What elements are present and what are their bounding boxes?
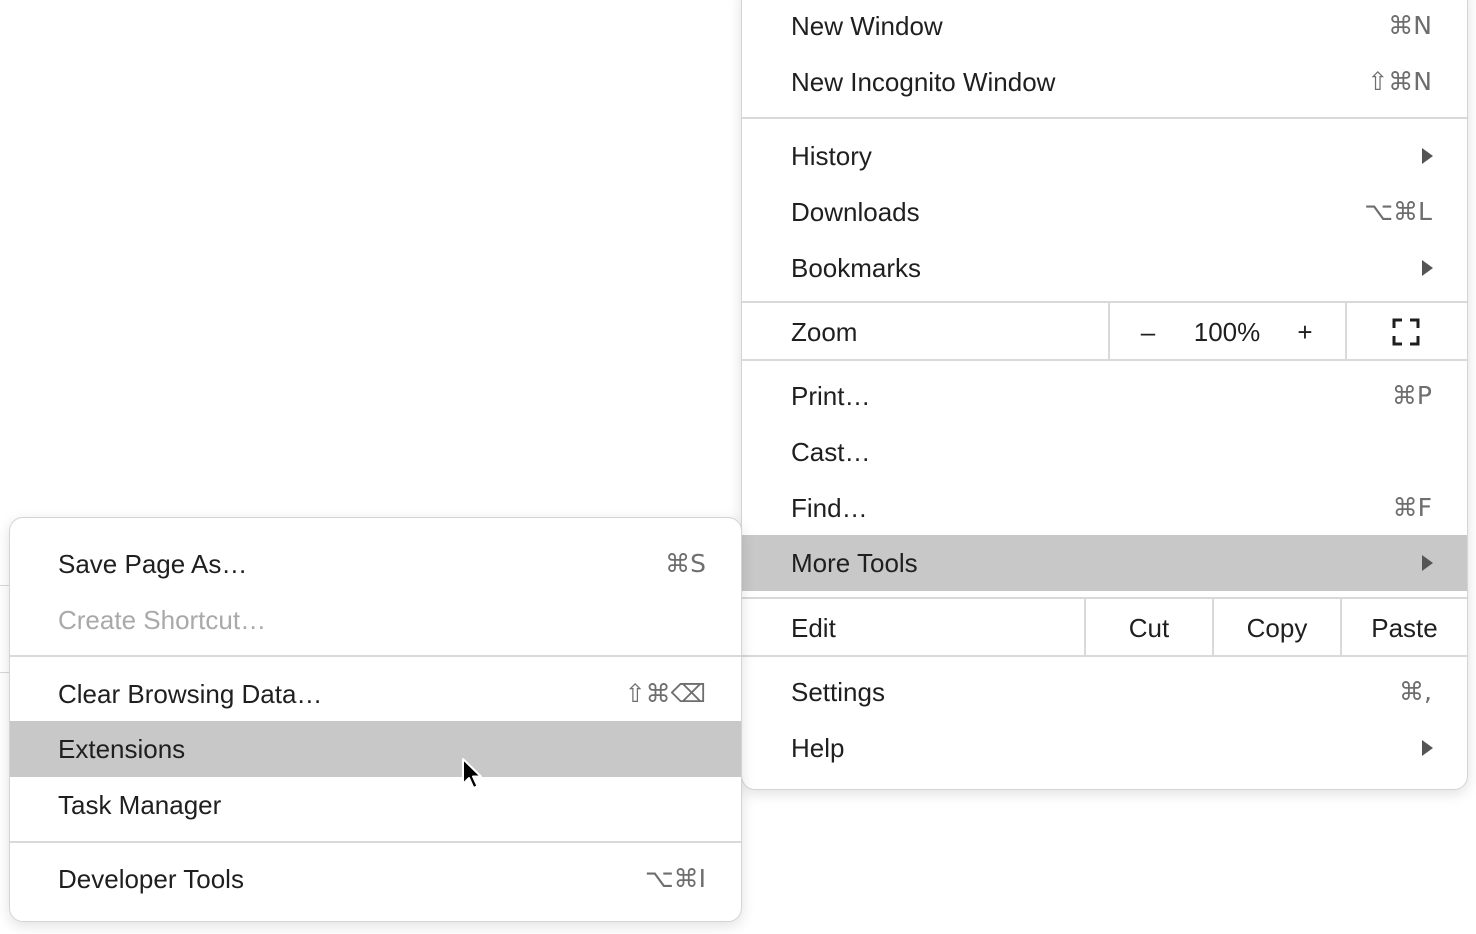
menu-item-shortcut: ⌘S <box>665 549 706 578</box>
menu-item-print[interactable]: Print… ⌘P <box>742 368 1467 424</box>
menu-item-shortcut: ⌘P <box>1391 381 1432 410</box>
menu-item-label: Bookmarks <box>791 253 922 283</box>
mouse-pointer-icon <box>462 758 482 789</box>
menu-item-label: New Incognito Window <box>791 67 1056 97</box>
menu-item-more-tools[interactable]: More Tools <box>742 535 1467 591</box>
edit-label: Edit <box>791 613 836 643</box>
menu-item-cast[interactable]: Cast… <box>742 424 1467 480</box>
menu-item-label: History <box>791 141 872 171</box>
menu-item-find[interactable]: Find… ⌘F <box>742 480 1467 536</box>
menu-separator <box>742 359 1467 361</box>
screen: New Window ⌘N New Incognito Window ⇧⌘N H… <box>0 0 1476 934</box>
menu-item-label: Cast… <box>791 437 871 467</box>
menu-item-shortcut: ⌥⌘I <box>644 864 706 893</box>
chevron-right-icon <box>1422 148 1433 164</box>
menu-item-shortcut: ⌘, <box>1399 677 1432 706</box>
menu-item-shortcut: ⇧⌘⌫ <box>624 679 706 708</box>
browser-main-menu: New Window ⌘N New Incognito Window ⇧⌘N H… <box>741 0 1468 790</box>
menu-item-label: Settings <box>791 677 885 707</box>
menu-separator <box>10 841 741 843</box>
copy-button[interactable]: Copy <box>1214 599 1340 657</box>
menu-item-help[interactable]: Help <box>742 720 1467 776</box>
menu-item-shortcut: ⇧⌘N <box>1367 67 1432 96</box>
menu-item-downloads[interactable]: Downloads ⌥⌘L <box>742 184 1467 240</box>
menu-item-label: Save Page As… <box>58 549 248 579</box>
menu-item-label: Clear Browsing Data… <box>58 679 323 709</box>
zoom-divider <box>1108 303 1110 361</box>
zoom-divider <box>1345 303 1347 361</box>
menu-item-bookmarks[interactable]: Bookmarks <box>742 240 1467 296</box>
menu-item-label: Task Manager <box>58 790 222 820</box>
chevron-right-icon <box>1422 555 1433 571</box>
submenu-item-save-page-as[interactable]: Save Page As… ⌘S <box>10 536 741 592</box>
paste-button[interactable]: Paste <box>1342 599 1467 657</box>
edit-row: Edit Cut Copy Paste <box>742 599 1467 657</box>
zoom-out-button[interactable]: – <box>1124 303 1172 361</box>
menu-item-label: Print… <box>791 381 871 411</box>
zoom-row: Zoom – 100% + <box>742 303 1467 361</box>
zoom-in-button[interactable]: + <box>1282 303 1328 361</box>
menu-item-label: More Tools <box>791 548 918 578</box>
menu-item-shortcut: ⌥⌘L <box>1364 197 1432 226</box>
menu-item-label: Developer Tools <box>58 864 244 894</box>
menu-separator <box>10 655 741 657</box>
menu-item-settings[interactable]: Settings ⌘, <box>742 664 1467 720</box>
menu-item-new-incognito-window[interactable]: New Incognito Window ⇧⌘N <box>742 54 1467 110</box>
submenu-item-developer-tools[interactable]: Developer Tools ⌥⌘I <box>10 851 741 907</box>
menu-item-label: Extensions <box>58 734 186 764</box>
fullscreen-icon[interactable] <box>1392 318 1420 346</box>
more-tools-submenu: Save Page As… ⌘S Create Shortcut… Clear … <box>9 517 742 922</box>
submenu-item-create-shortcut: Create Shortcut… <box>10 592 741 648</box>
menu-item-label: Find… <box>791 493 868 523</box>
menu-item-label: New Window <box>791 11 943 41</box>
menu-item-shortcut: ⌘N <box>1388 11 1432 40</box>
zoom-level-value: 100% <box>1193 317 1261 347</box>
submenu-item-extensions[interactable]: Extensions <box>10 721 741 777</box>
menu-item-label: Create Shortcut… <box>58 605 267 635</box>
menu-item-shortcut: ⌘F <box>1392 493 1432 522</box>
menu-item-label: Help <box>791 733 845 763</box>
submenu-item-clear-browsing-data[interactable]: Clear Browsing Data… ⇧⌘⌫ <box>10 666 741 722</box>
zoom-label: Zoom <box>791 317 858 347</box>
menu-separator <box>742 117 1467 119</box>
menu-item-history[interactable]: History <box>742 128 1467 184</box>
menu-item-new-window[interactable]: New Window ⌘N <box>742 0 1467 54</box>
submenu-item-task-manager[interactable]: Task Manager <box>10 777 741 833</box>
cut-button[interactable]: Cut <box>1086 599 1212 657</box>
chevron-right-icon <box>1422 740 1433 756</box>
chevron-right-icon <box>1422 260 1433 276</box>
menu-separator <box>742 655 1467 657</box>
menu-item-label: Downloads <box>791 197 920 227</box>
